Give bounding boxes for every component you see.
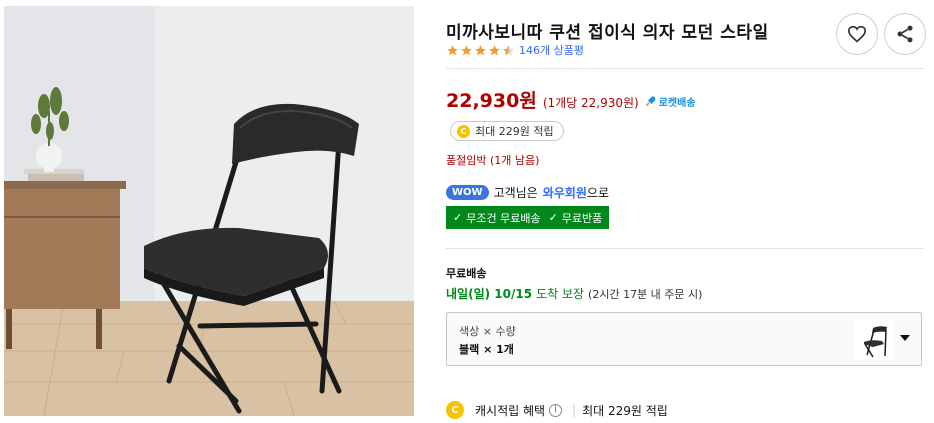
cashback-label: 캐시적립 혜택: [475, 403, 546, 418]
wow-suffix: 으로: [586, 186, 609, 200]
rating-row: 146개 상품평: [446, 42, 584, 58]
delivery-cutoff-note: (2시간 17분 내 주문 시): [588, 288, 703, 301]
cashback-row: C 캐시적립 혜택 i | 최대 229원 적립: [446, 401, 668, 419]
star-icon: [475, 44, 486, 55]
reward-badge: C 최대 229원 적립: [450, 121, 564, 141]
cashback-amount: 최대 229원 적립: [582, 403, 668, 418]
rocket-icon: [645, 96, 656, 107]
option-select[interactable]: 색상 × 수량 블랙 × 1개: [446, 312, 922, 366]
separator: |: [572, 403, 577, 417]
coin-icon: C: [457, 124, 470, 138]
delivery-estimate: 내일(일) 10/15 도착 보장 (2시간 17분 내 주문 시): [446, 285, 702, 302]
unit-price: (1개당 22,930원): [542, 96, 639, 110]
free-shipping-benefit: 무조건 무료배송: [466, 211, 541, 225]
wow-benefit-bar: ✓ 무조건 무료배송 ✓ 무료반품: [446, 206, 610, 229]
wishlist-button[interactable]: [836, 13, 878, 55]
product-title: 미까사보니따 쿠션 접이식 의자 모던 스타일: [446, 23, 769, 43]
check-icon: ✓: [453, 211, 463, 224]
option-header: 색상 × 수량: [459, 325, 516, 338]
wow-prefix: 고객님은: [493, 186, 538, 200]
wow-membership-row: WOW 고객님은 와우회원 으로: [446, 184, 609, 201]
rocket-delivery-badge: 로켓배송: [645, 94, 696, 109]
divider: [446, 68, 924, 69]
price-row: 22,930원 (1개당 22,930원) 로켓배송: [446, 86, 696, 113]
delivery-guarantee: 도착 보장: [536, 287, 585, 301]
product-image[interactable]: [4, 6, 414, 416]
review-count-link[interactable]: 146개 상품평: [519, 42, 584, 58]
shipping-label: 무료배송: [446, 267, 487, 280]
share-button[interactable]: [884, 13, 926, 55]
divider: [446, 248, 924, 249]
reward-label: 최대 229원 적립: [475, 125, 554, 138]
stock-notice: 품절임박 (1개 남음): [446, 154, 540, 167]
star-icon: [461, 44, 472, 55]
chevron-down-icon[interactable]: [900, 335, 910, 341]
rocket-delivery-label: 로켓배송: [658, 97, 696, 109]
option-value: 블랙 × 1개: [459, 343, 514, 356]
star-icon: [489, 44, 500, 55]
delivery-date: 내일(일) 10/15: [446, 287, 533, 301]
heart-icon: [847, 25, 867, 43]
free-return-benefit: 무료반품: [561, 211, 603, 225]
option-thumbnail: [855, 320, 895, 360]
star-half-icon: [503, 44, 514, 55]
info-icon[interactable]: i: [549, 403, 563, 417]
product-info-panel: 미까사보니따 쿠션 접이식 의자 모던 스타일 146개 상품평 22,930원…: [446, 0, 926, 423]
share-icon: [897, 25, 913, 43]
coin-icon: C: [446, 401, 464, 419]
check-icon: ✓: [548, 211, 558, 224]
star-icon: [447, 44, 458, 55]
wow-member-link[interactable]: 와우회원: [543, 184, 587, 201]
sale-price: 22,930원: [446, 90, 537, 112]
wow-badge: WOW: [446, 185, 489, 200]
star-rating: [446, 44, 515, 57]
